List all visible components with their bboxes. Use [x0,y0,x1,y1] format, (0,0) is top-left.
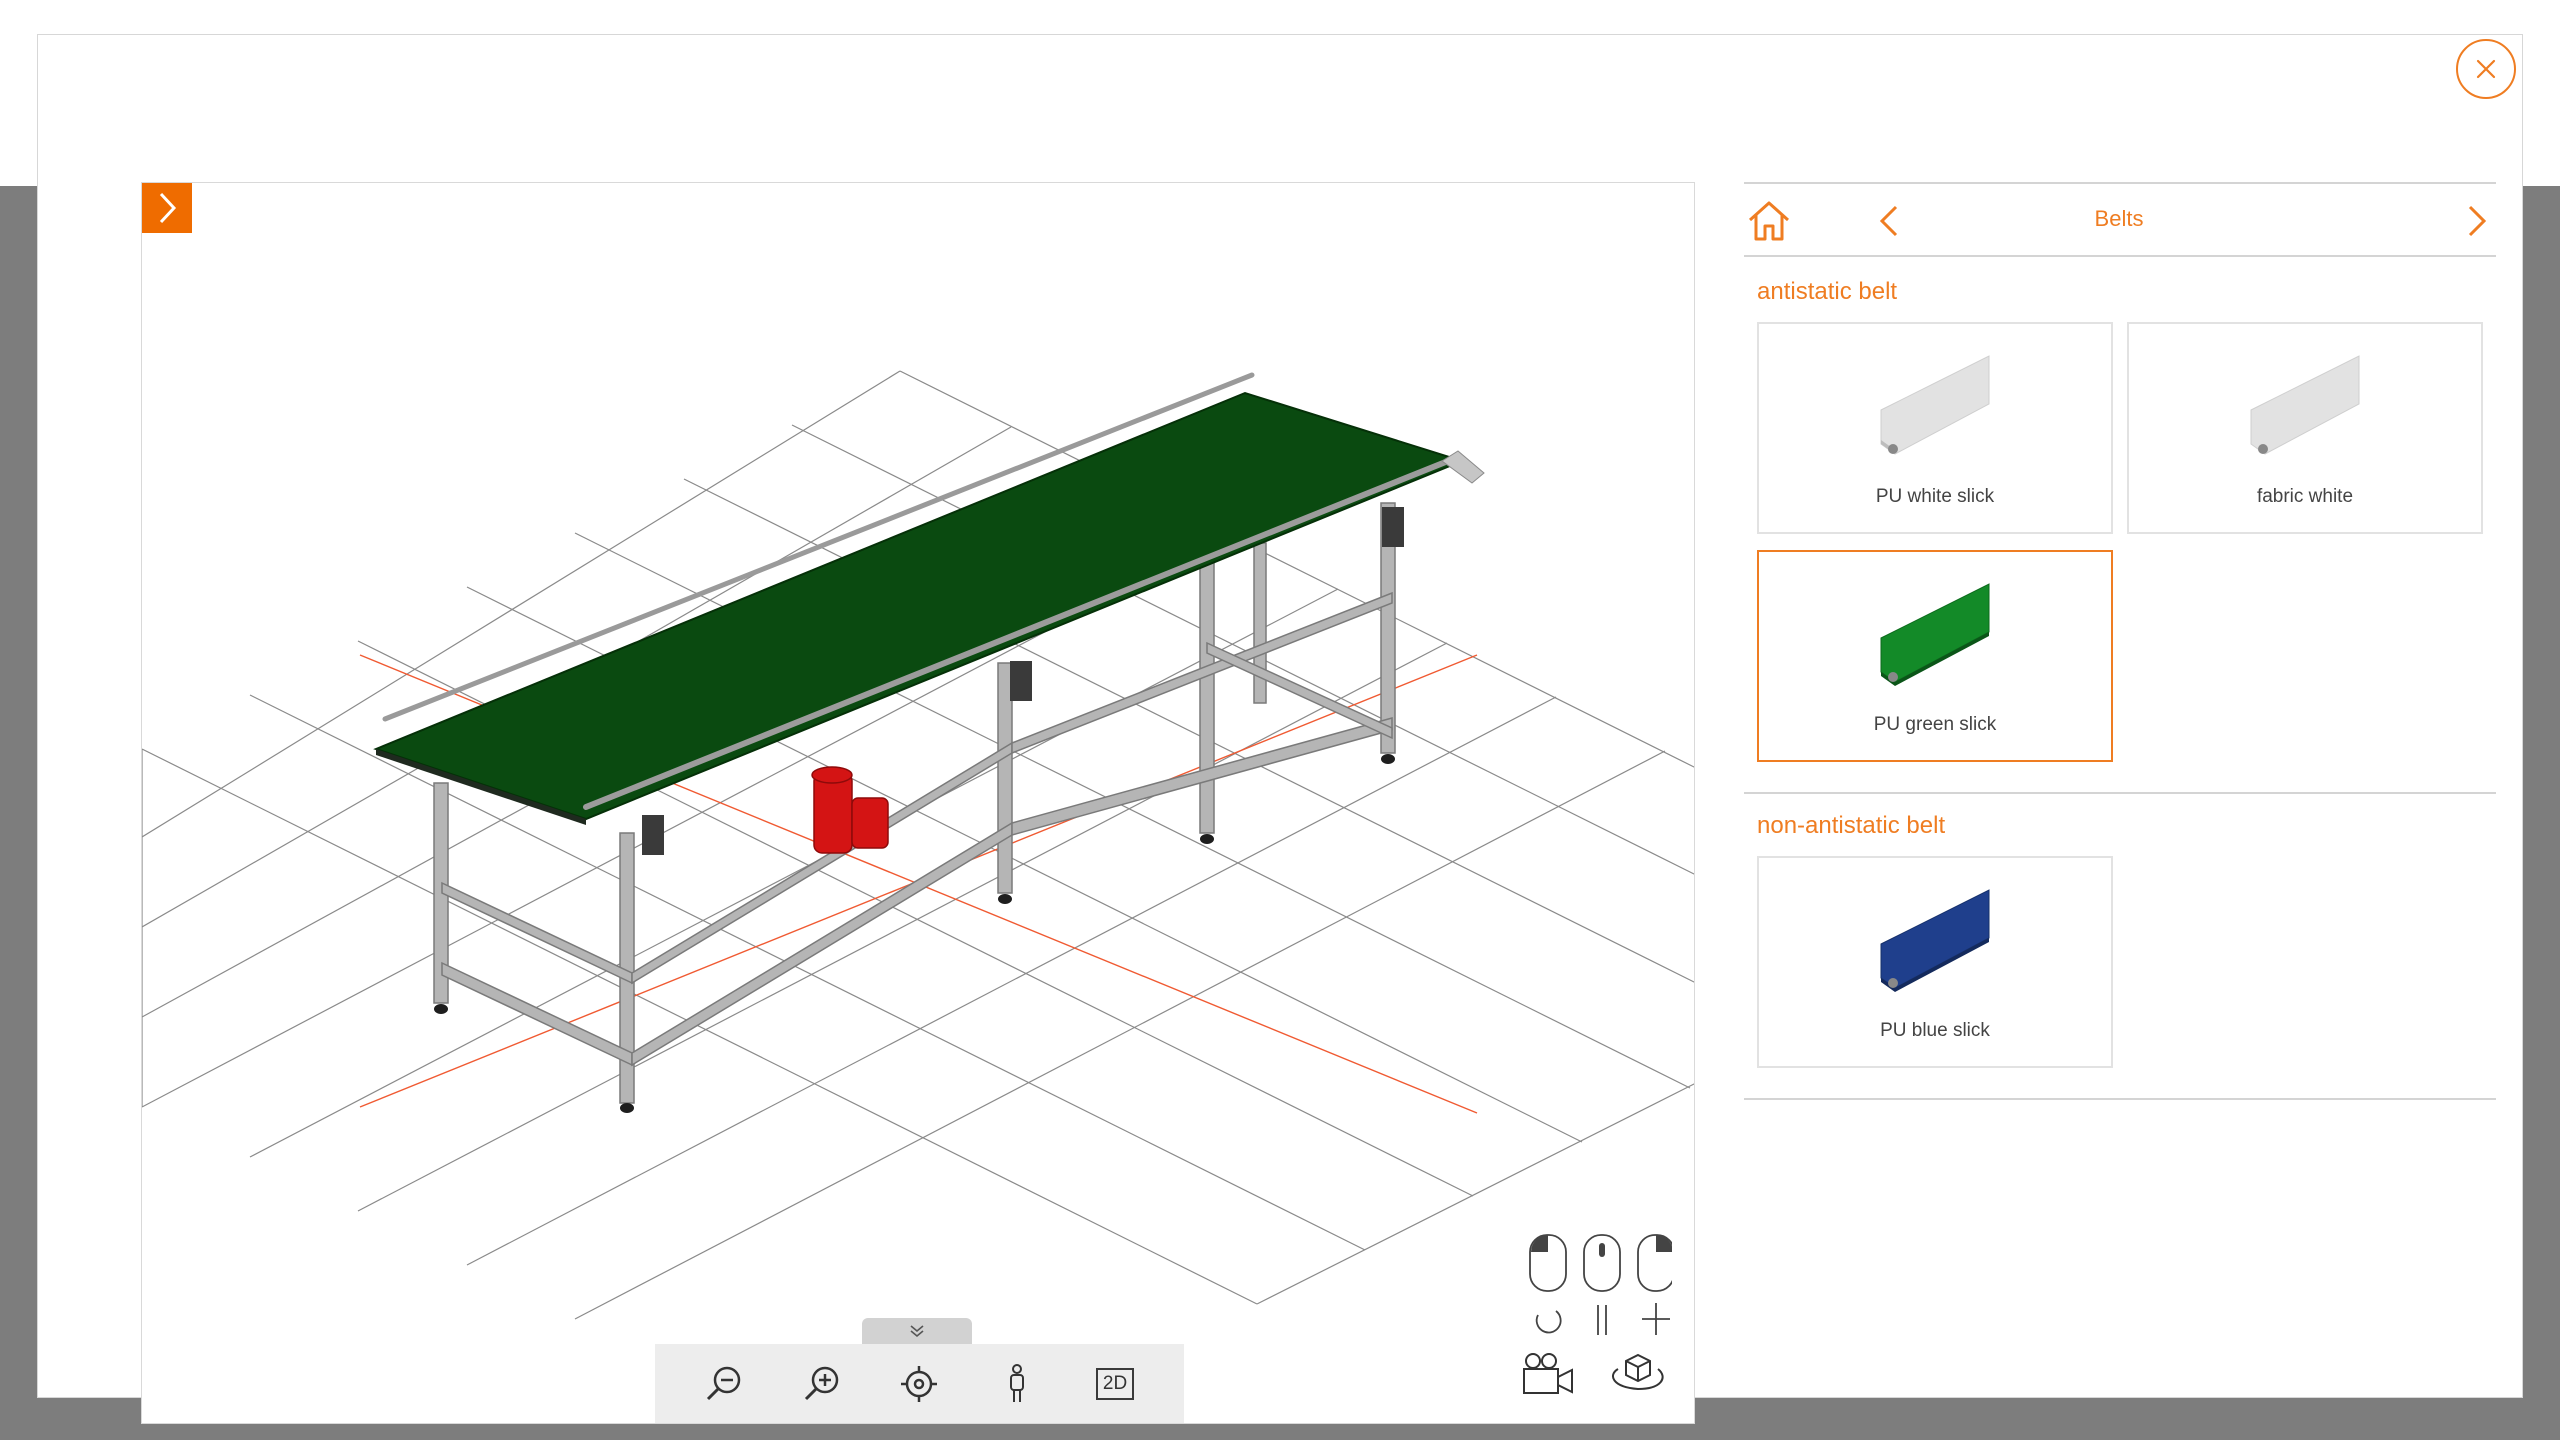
chevron-right-icon [159,192,177,224]
belt-swatch-icon [1880,355,1990,455]
home-button[interactable] [1746,198,1792,244]
home-icon [1748,201,1790,241]
view-2d-button[interactable]: 2D [1091,1360,1139,1408]
view-2d-label: 2D [1096,1368,1135,1400]
chevron-right-icon [2468,205,2487,237]
belt-swatch-icon [1880,889,1990,992]
target-icon [901,1366,938,1402]
person-scale-button[interactable] [993,1360,1041,1408]
double-chevron-down-icon [910,1325,924,1338]
close-icon [2476,59,2496,79]
rotate-view-button[interactable] [1606,1351,1670,1400]
zoom-out-icon [706,1366,741,1401]
video-camera-icon [1523,1353,1573,1394]
rotate-cube-icon [1612,1353,1664,1391]
belt-option-card[interactable]: PU white slick [1757,322,2113,534]
floor-grid [142,370,1694,1320]
belt-option-card[interactable]: PU blue slick [1757,856,2113,1068]
panel-title: Belts [2094,206,2144,231]
gear-motor [811,766,889,854]
belt-option-label: PU green slick [1873,714,1997,735]
belt-option-label: PU blue slick [1880,1020,1990,1041]
viewer-toolbar: 2D [655,1344,1184,1423]
belt-option-label: fabric white [2256,486,2354,507]
section-divider [1744,1098,2496,1100]
close-button[interactable] [2456,39,2516,99]
belt-option-card-selected[interactable]: PU green slick [1757,550,2113,762]
section-divider [1744,792,2496,794]
belt-swatch-icon [1880,583,1990,686]
next-button[interactable] [2460,204,2494,238]
expand-panel-button[interactable] [142,183,192,233]
chevron-left-icon [1879,205,1898,237]
person-icon [1010,1364,1025,1402]
center-view-button[interactable] [895,1360,943,1408]
belt-swatch-icon [2250,355,2360,455]
conveyor-3d-scene[interactable] [142,183,1695,1424]
section-title-antistatic: antistatic belt [1757,278,1898,305]
previous-button[interactable] [1872,204,1906,238]
belt-option-card[interactable]: fabric white [2127,322,2483,534]
zoom-in-button[interactable] [798,1360,846,1408]
zoom-in-icon [804,1366,838,1401]
configurator-modal: 2D Belts antistatic belt PU white slick … [37,34,2523,1424]
section-title-non-antistatic: non-antistatic belt [1757,812,1946,839]
3d-viewer[interactable]: 2D [141,182,1695,1424]
panel-navigation: Belts [1744,182,2496,257]
belt-option-label: PU white slick [1875,486,1995,507]
toolbar-toggle-tab[interactable] [862,1318,972,1344]
camera-button[interactable] [1520,1351,1576,1404]
zoom-out-button[interactable] [700,1360,748,1408]
